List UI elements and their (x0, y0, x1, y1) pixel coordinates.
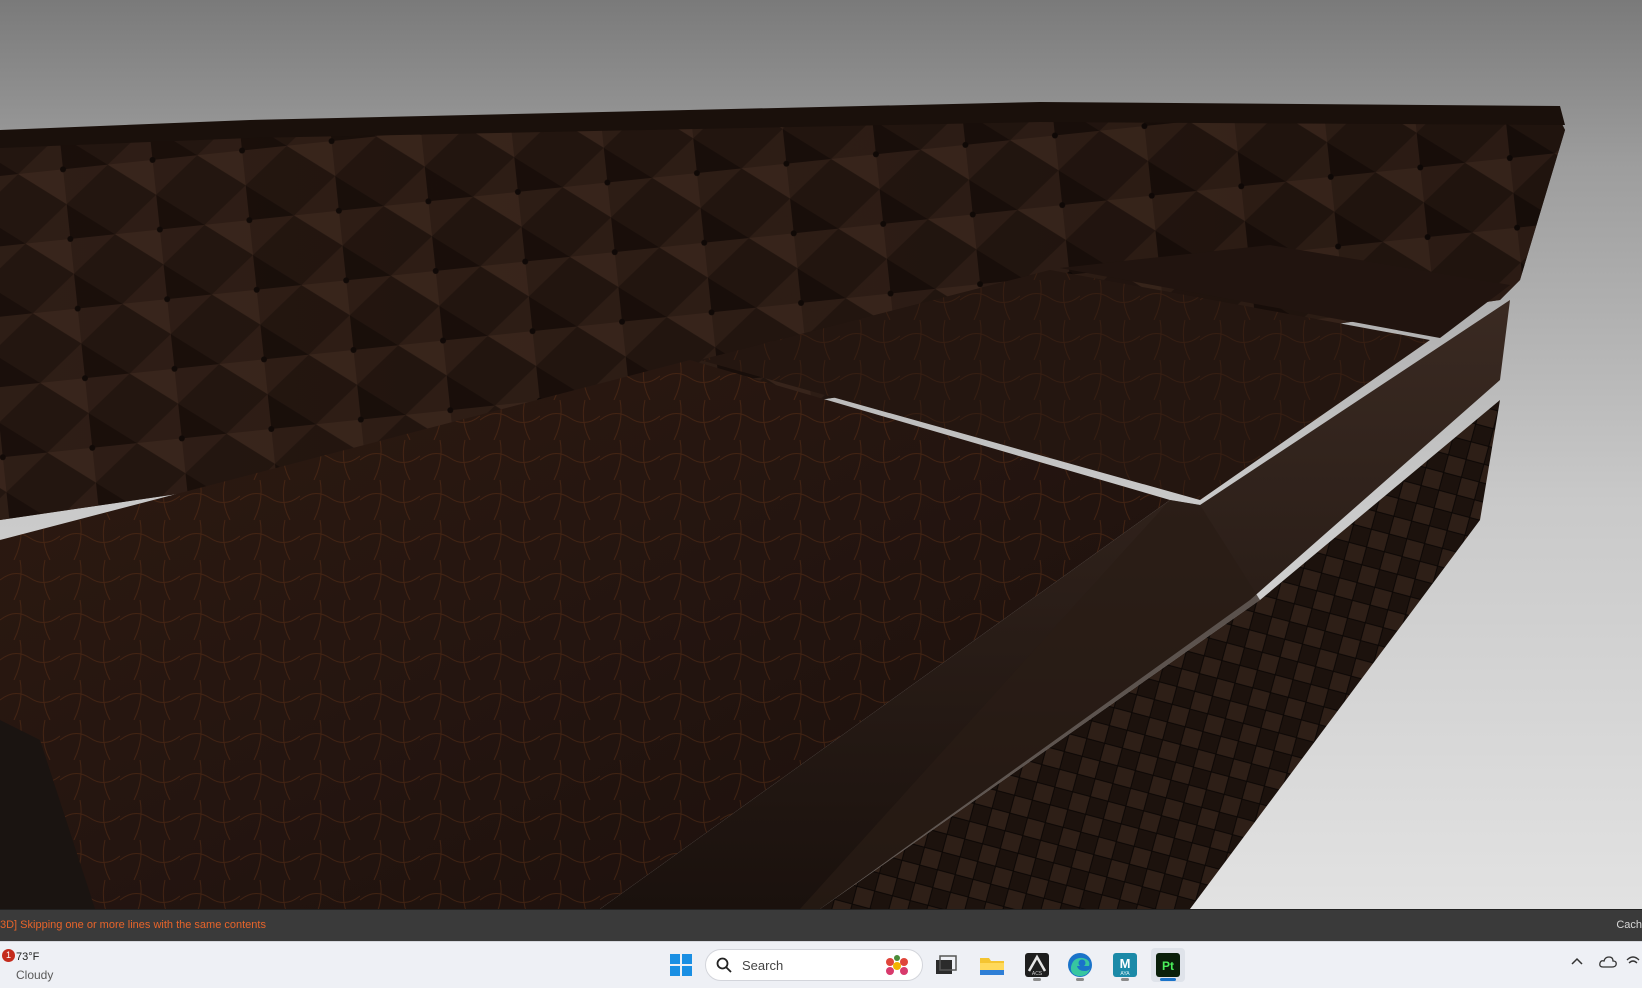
sofa-render (0, 102, 1565, 909)
maya-icon[interactable]: M AYA (1108, 948, 1142, 982)
taskbar: 1 73°F Cloudy Search ACS M AYA Pt (0, 941, 1642, 988)
network-icon[interactable] (1626, 955, 1640, 974)
weather-notification-badge: 1 (2, 949, 15, 962)
weather-temperature: 73°F (16, 951, 40, 963)
search-placeholder: Search (742, 958, 784, 973)
substance-painter-icon[interactable]: Pt (1151, 948, 1185, 982)
status-message: 3D] Skipping one or more lines with the … (0, 919, 266, 931)
autodesk-icon[interactable]: ACS (1020, 948, 1054, 982)
svg-text:AYA: AYA (1120, 971, 1130, 977)
status-right-text: Cach (1616, 919, 1642, 931)
svg-text:M: M (1120, 956, 1131, 971)
search-box[interactable]: Search (705, 949, 923, 981)
svg-text:Pt: Pt (1162, 959, 1174, 973)
windows-start-icon[interactable] (664, 948, 698, 982)
chevron-up-icon[interactable] (1570, 955, 1584, 974)
task-view-icon[interactable] (929, 948, 963, 982)
search-icon (716, 957, 732, 973)
status-bar: 3D] Skipping one or more lines with the … (0, 909, 1642, 942)
file-explorer-icon[interactable] (975, 948, 1009, 982)
onedrive-cloud-icon[interactable] (1599, 955, 1617, 974)
weather-widget[interactable]: 1 73°F Cloudy (2, 947, 92, 983)
weather-condition: Cloudy (16, 968, 54, 982)
search-highlight-icon (886, 955, 908, 975)
edge-browser-icon[interactable] (1063, 948, 1097, 982)
svg-text:ACS: ACS (1032, 971, 1043, 977)
3d-viewport[interactable] (0, 0, 1642, 909)
